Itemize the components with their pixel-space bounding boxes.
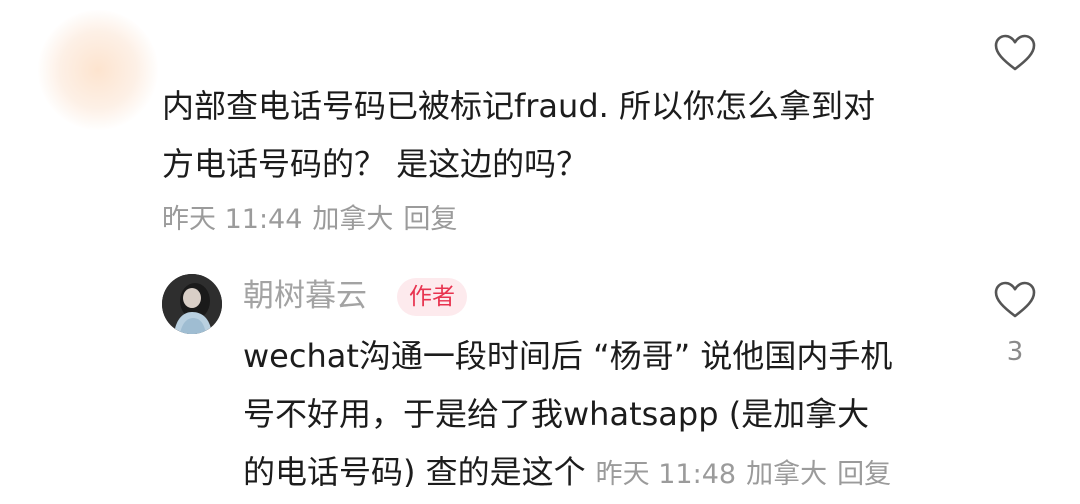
reply-text-line: 号不好用，于是给了我whatsapp (是加拿大 xyxy=(243,395,870,433)
reply-meta: 昨天 11:48 加拿大 回复 xyxy=(596,459,891,490)
heart-outline-icon xyxy=(994,34,1036,71)
reply-text: wechat沟通一段时间后 “杨哥” 说他国内手机 号不好用，于是给了我what… xyxy=(243,327,963,504)
reply-button[interactable]: 回复 xyxy=(837,459,891,490)
comment-location: 加拿大 xyxy=(312,204,394,235)
comment-text-line: 方电话号码的？ 是这边的吗？ xyxy=(162,145,589,183)
reply-button[interactable]: 回复 xyxy=(403,204,457,235)
avatar-image xyxy=(162,274,222,334)
author-avatar[interactable] xyxy=(162,274,222,334)
reply-time: 昨天 11:48 xyxy=(595,459,737,490)
author-username[interactable]: 朝树暮云 xyxy=(243,276,367,316)
like-button[interactable] xyxy=(993,280,1037,320)
like-count: 3 xyxy=(1006,337,1024,367)
commenter-avatar[interactable] xyxy=(38,10,158,130)
author-badge: 作者 xyxy=(397,278,467,316)
heart-outline-icon xyxy=(994,281,1036,318)
comment-meta: 昨天 11:44 加拿大 回复 xyxy=(162,202,457,238)
reply-text-line: wechat沟通一段时间后 “杨哥” 说他国内手机 xyxy=(243,337,893,375)
reply-text-line: 的电话号码) 查的是这个 xyxy=(243,453,586,491)
reply-location: 加拿大 xyxy=(746,459,828,490)
like-button[interactable] xyxy=(993,33,1037,73)
comment-time: 昨天 11:44 xyxy=(162,204,303,235)
comment-text: 内部查电话号码已被标记fraud. 所以你怎么拿到对 方电话号码的？ 是这边的吗… xyxy=(162,77,952,193)
comment-text-line: 内部查电话号码已被标记fraud. 所以你怎么拿到对 xyxy=(162,87,875,125)
